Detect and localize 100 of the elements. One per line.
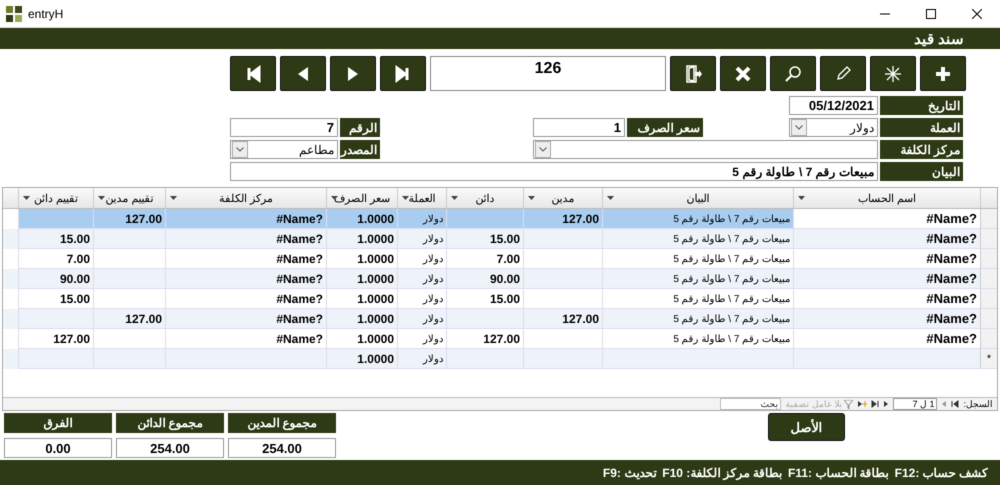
column-header[interactable]: سعر الصرف <box>326 188 397 208</box>
chevron-down-icon <box>795 125 803 130</box>
table-cell: #Name? <box>165 229 326 249</box>
shortcut-hint: كشف حساب :F12 <box>894 466 988 480</box>
caret-icon <box>607 196 614 200</box>
rate-label: سعر الصرف <box>627 118 703 137</box>
new-row-marker: * <box>980 349 997 369</box>
column-header[interactable]: دائن <box>446 188 523 208</box>
sparkle-icon <box>884 64 902 82</box>
record-label: السجل: <box>963 399 993 409</box>
table-cell: 127.00 <box>523 209 602 229</box>
first-record-icon[interactable] <box>951 400 960 408</box>
first-record-button[interactable] <box>230 56 276 91</box>
table-cell: مبيعات رقم 7 \ طاولة رقم 5 <box>602 209 793 229</box>
maximize-icon[interactable] <box>926 8 936 18</box>
last-record-icon[interactable] <box>871 400 880 408</box>
table-cell: 1.0000 <box>326 349 397 369</box>
dropdown-button[interactable] <box>535 141 551 158</box>
table-cell: #Name? <box>793 209 980 229</box>
table-cell <box>93 229 165 249</box>
table-cell: دولار <box>397 229 446 249</box>
table-cell: مبيعات رقم 7 \ طاولة رقم 5 <box>602 229 793 249</box>
total-value: 254.00 <box>228 438 336 458</box>
source-label: المصدر <box>340 140 380 159</box>
new-button[interactable] <box>870 56 916 91</box>
chevron-down-icon <box>539 147 547 152</box>
number-field[interactable]: 7 <box>230 118 338 137</box>
search-button[interactable] <box>770 56 816 91</box>
column-header[interactable]: مركز الكلفة <box>165 188 326 208</box>
table-cell <box>93 269 165 289</box>
table-cell: دولار <box>397 209 446 229</box>
column-header[interactable]: تقييم مدين <box>93 188 165 208</box>
column-header[interactable]: البيان <box>602 188 793 208</box>
description-label: البيان <box>880 162 963 181</box>
cost-center-combo[interactable] <box>533 140 878 159</box>
table-cell: 1.0000 <box>326 209 397 229</box>
table-cell: مبيعات رقم 7 \ طاولة رقم 5 <box>602 269 793 289</box>
source-combo[interactable]: مطاعم <box>230 140 338 159</box>
table-cell: 127.00 <box>93 209 165 229</box>
plus-icon <box>934 64 952 82</box>
record-position-field[interactable]: 1 ل 7 <box>893 398 938 410</box>
table-cell: مبيعات رقم 7 \ طاولة رقم 5 <box>602 309 793 329</box>
column-header[interactable]: العملة <box>397 188 446 208</box>
dropdown-button[interactable] <box>791 119 807 136</box>
table-cell: 1.0000 <box>326 309 397 329</box>
column-header[interactable]: مدين <box>523 188 602 208</box>
number-label: الرقم <box>340 118 380 137</box>
caret-icon <box>798 196 805 200</box>
pencil-icon <box>834 64 852 82</box>
currency-combo[interactable]: دولار <box>789 118 878 137</box>
table-cell: #Name? <box>165 269 326 289</box>
date-label: التاريخ <box>880 96 963 115</box>
close-icon <box>734 64 752 82</box>
table-cell: دولار <box>397 309 446 329</box>
table-cell: #Name? <box>793 269 980 289</box>
total-label: مجموع الدائن <box>116 413 224 433</box>
table-cell: 127.00 <box>523 309 602 329</box>
exit-button[interactable] <box>670 56 716 91</box>
app-icon <box>6 6 22 22</box>
search-icon <box>784 64 802 82</box>
caret-icon <box>170 196 177 200</box>
form-title: سند قيد <box>914 30 964 48</box>
table-cell: 15.00 <box>446 229 523 249</box>
edit-button[interactable] <box>820 56 866 91</box>
table-cell <box>93 349 165 369</box>
currency-label: العملة <box>880 118 963 137</box>
total-value: 0.00 <box>4 438 112 458</box>
table-cell: #Name? <box>793 309 980 329</box>
description-field[interactable]: مبيعات رقم 7 \ طاولة رقم 5 <box>230 162 878 181</box>
caret-icon <box>451 196 458 200</box>
table-cell: 90.00 <box>18 269 93 289</box>
total-label: مجموع المدين <box>228 413 336 433</box>
total-label: الفرق <box>4 413 112 433</box>
table-cell: 1.0000 <box>326 269 397 289</box>
previous-record-button[interactable] <box>280 56 326 91</box>
original-button[interactable]: الأصل <box>768 413 845 441</box>
last-record-button[interactable] <box>380 56 426 91</box>
new-record-icon[interactable] <box>857 400 868 408</box>
delete-button[interactable] <box>720 56 766 91</box>
next-record-icon[interactable] <box>883 400 890 408</box>
search-field[interactable]: بحث <box>720 398 782 410</box>
column-header[interactable]: تقييم دائن <box>18 188 93 208</box>
table-cell: دولار <box>397 269 446 289</box>
caret-icon <box>528 196 535 200</box>
add-button[interactable] <box>920 56 966 91</box>
table-cell: 1.0000 <box>326 229 397 249</box>
table-cell: #Name? <box>793 229 980 249</box>
date-field[interactable]: 05/12/2021 <box>789 96 878 115</box>
column-header[interactable]: اسم الحساب <box>793 188 980 208</box>
table-cell: 90.00 <box>446 269 523 289</box>
table-cell: 15.00 <box>18 229 93 249</box>
shortcut-hint: تحديث :F9 <box>602 466 656 480</box>
caret-icon <box>23 196 30 200</box>
previous-record-icon[interactable] <box>941 400 948 408</box>
dropdown-button[interactable] <box>232 141 248 158</box>
rate-field[interactable]: 1 <box>533 118 625 137</box>
next-record-button[interactable] <box>330 56 376 91</box>
close-icon[interactable] <box>972 8 982 18</box>
shortcut-hint: بطاقة الحساب :F11 <box>788 466 889 480</box>
record-number-field[interactable]: 126 <box>430 56 666 91</box>
